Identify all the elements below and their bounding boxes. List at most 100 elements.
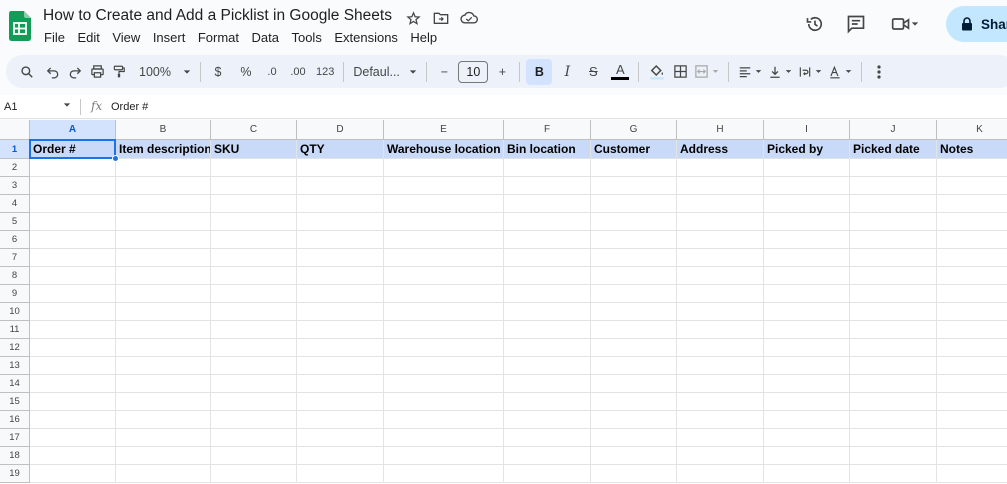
cell-i1[interactable]: Picked by: [764, 140, 850, 159]
merge-cells-icon[interactable]: [691, 59, 722, 85]
cell-j14[interactable]: [850, 375, 937, 393]
fill-color-icon[interactable]: [645, 59, 669, 85]
row-header-7[interactable]: 7: [0, 249, 30, 267]
share-button[interactable]: Share: [946, 6, 1007, 42]
row-header-10[interactable]: 10: [0, 303, 30, 321]
cell-i5[interactable]: [764, 213, 850, 231]
cell-k5[interactable]: [937, 213, 1007, 231]
cell-g9[interactable]: [591, 285, 677, 303]
column-header-d[interactable]: D: [297, 120, 384, 140]
cell-b12[interactable]: [116, 339, 211, 357]
cell-k14[interactable]: [937, 375, 1007, 393]
column-header-a[interactable]: A: [30, 120, 116, 140]
cell-k1[interactable]: Notes: [937, 140, 1007, 159]
decrease-decimal-button[interactable]: .0: [261, 59, 283, 85]
row-header-8[interactable]: 8: [0, 267, 30, 285]
cell-i17[interactable]: [764, 429, 850, 447]
cell-j2[interactable]: [850, 159, 937, 177]
cell-j12[interactable]: [850, 339, 937, 357]
cell-i18[interactable]: [764, 447, 850, 465]
cell-f14[interactable]: [504, 375, 591, 393]
cell-g1[interactable]: Customer: [591, 140, 677, 159]
cell-c7[interactable]: [211, 249, 297, 267]
cell-h16[interactable]: [677, 411, 764, 429]
cell-h1[interactable]: Address: [677, 140, 764, 159]
cell-f17[interactable]: [504, 429, 591, 447]
cell-d5[interactable]: [297, 213, 384, 231]
cell-a2[interactable]: [30, 159, 116, 177]
borders-icon[interactable]: [669, 59, 691, 85]
row-header-4[interactable]: 4: [0, 195, 30, 213]
cell-e12[interactable]: [384, 339, 504, 357]
cell-c5[interactable]: [211, 213, 297, 231]
cell-g18[interactable]: [591, 447, 677, 465]
bold-button[interactable]: B: [526, 58, 553, 85]
chevron-down-icon[interactable]: [63, 101, 71, 109]
cell-g6[interactable]: [591, 231, 677, 249]
cell-d1[interactable]: QTY: [297, 140, 384, 159]
menu-extensions[interactable]: Extensions: [334, 30, 398, 45]
cell-c4[interactable]: [211, 195, 297, 213]
format-percent-button[interactable]: %: [235, 59, 257, 85]
cell-e5[interactable]: [384, 213, 504, 231]
cell-f19[interactable]: [504, 465, 591, 483]
cell-c10[interactable]: [211, 303, 297, 321]
redo-icon[interactable]: [64, 59, 86, 85]
cell-j7[interactable]: [850, 249, 937, 267]
cell-g14[interactable]: [591, 375, 677, 393]
cell-h11[interactable]: [677, 321, 764, 339]
cell-d16[interactable]: [297, 411, 384, 429]
cell-b15[interactable]: [116, 393, 211, 411]
cell-h18[interactable]: [677, 447, 764, 465]
cell-b1[interactable]: Item description: [116, 140, 211, 159]
column-header-g[interactable]: G: [591, 120, 677, 140]
cell-e17[interactable]: [384, 429, 504, 447]
cell-b19[interactable]: [116, 465, 211, 483]
fill-handle[interactable]: [112, 155, 119, 162]
cell-f18[interactable]: [504, 447, 591, 465]
cell-i6[interactable]: [764, 231, 850, 249]
cell-c18[interactable]: [211, 447, 297, 465]
cell-k18[interactable]: [937, 447, 1007, 465]
cell-b17[interactable]: [116, 429, 211, 447]
cell-e19[interactable]: [384, 465, 504, 483]
cell-b11[interactable]: [116, 321, 211, 339]
cell-h4[interactable]: [677, 195, 764, 213]
cell-j19[interactable]: [850, 465, 937, 483]
cell-k10[interactable]: [937, 303, 1007, 321]
cell-a19[interactable]: [30, 465, 116, 483]
cell-g2[interactable]: [591, 159, 677, 177]
row-header-13[interactable]: 13: [0, 357, 30, 375]
cell-k11[interactable]: [937, 321, 1007, 339]
star-icon[interactable]: [404, 9, 422, 27]
cell-h13[interactable]: [677, 357, 764, 375]
menu-data[interactable]: Data: [252, 30, 279, 45]
cell-e16[interactable]: [384, 411, 504, 429]
row-header-11[interactable]: 11: [0, 321, 30, 339]
cell-h12[interactable]: [677, 339, 764, 357]
spreadsheet-grid[interactable]: A B C D E F G H I J K 1 Order # Item description SKU QT…: [0, 120, 1007, 484]
cell-g13[interactable]: [591, 357, 677, 375]
row-header-3[interactable]: 3: [0, 177, 30, 195]
column-header-e[interactable]: E: [384, 120, 504, 140]
cell-c8[interactable]: [211, 267, 297, 285]
cell-d8[interactable]: [297, 267, 384, 285]
row-header-19[interactable]: 19: [0, 465, 30, 483]
cell-h9[interactable]: [677, 285, 764, 303]
cell-f2[interactable]: [504, 159, 591, 177]
cell-j18[interactable]: [850, 447, 937, 465]
cell-c15[interactable]: [211, 393, 297, 411]
cell-a1[interactable]: Order #: [30, 140, 116, 159]
cell-j5[interactable]: [850, 213, 937, 231]
paint-format-icon[interactable]: [108, 59, 130, 85]
cell-a15[interactable]: [30, 393, 116, 411]
cell-b3[interactable]: [116, 177, 211, 195]
cell-h5[interactable]: [677, 213, 764, 231]
horizontal-align-icon[interactable]: [735, 59, 765, 85]
cell-d3[interactable]: [297, 177, 384, 195]
increase-decimal-button[interactable]: .00: [287, 59, 309, 85]
row-header-9[interactable]: 9: [0, 285, 30, 303]
cell-e4[interactable]: [384, 195, 504, 213]
cell-b9[interactable]: [116, 285, 211, 303]
cell-a13[interactable]: [30, 357, 116, 375]
